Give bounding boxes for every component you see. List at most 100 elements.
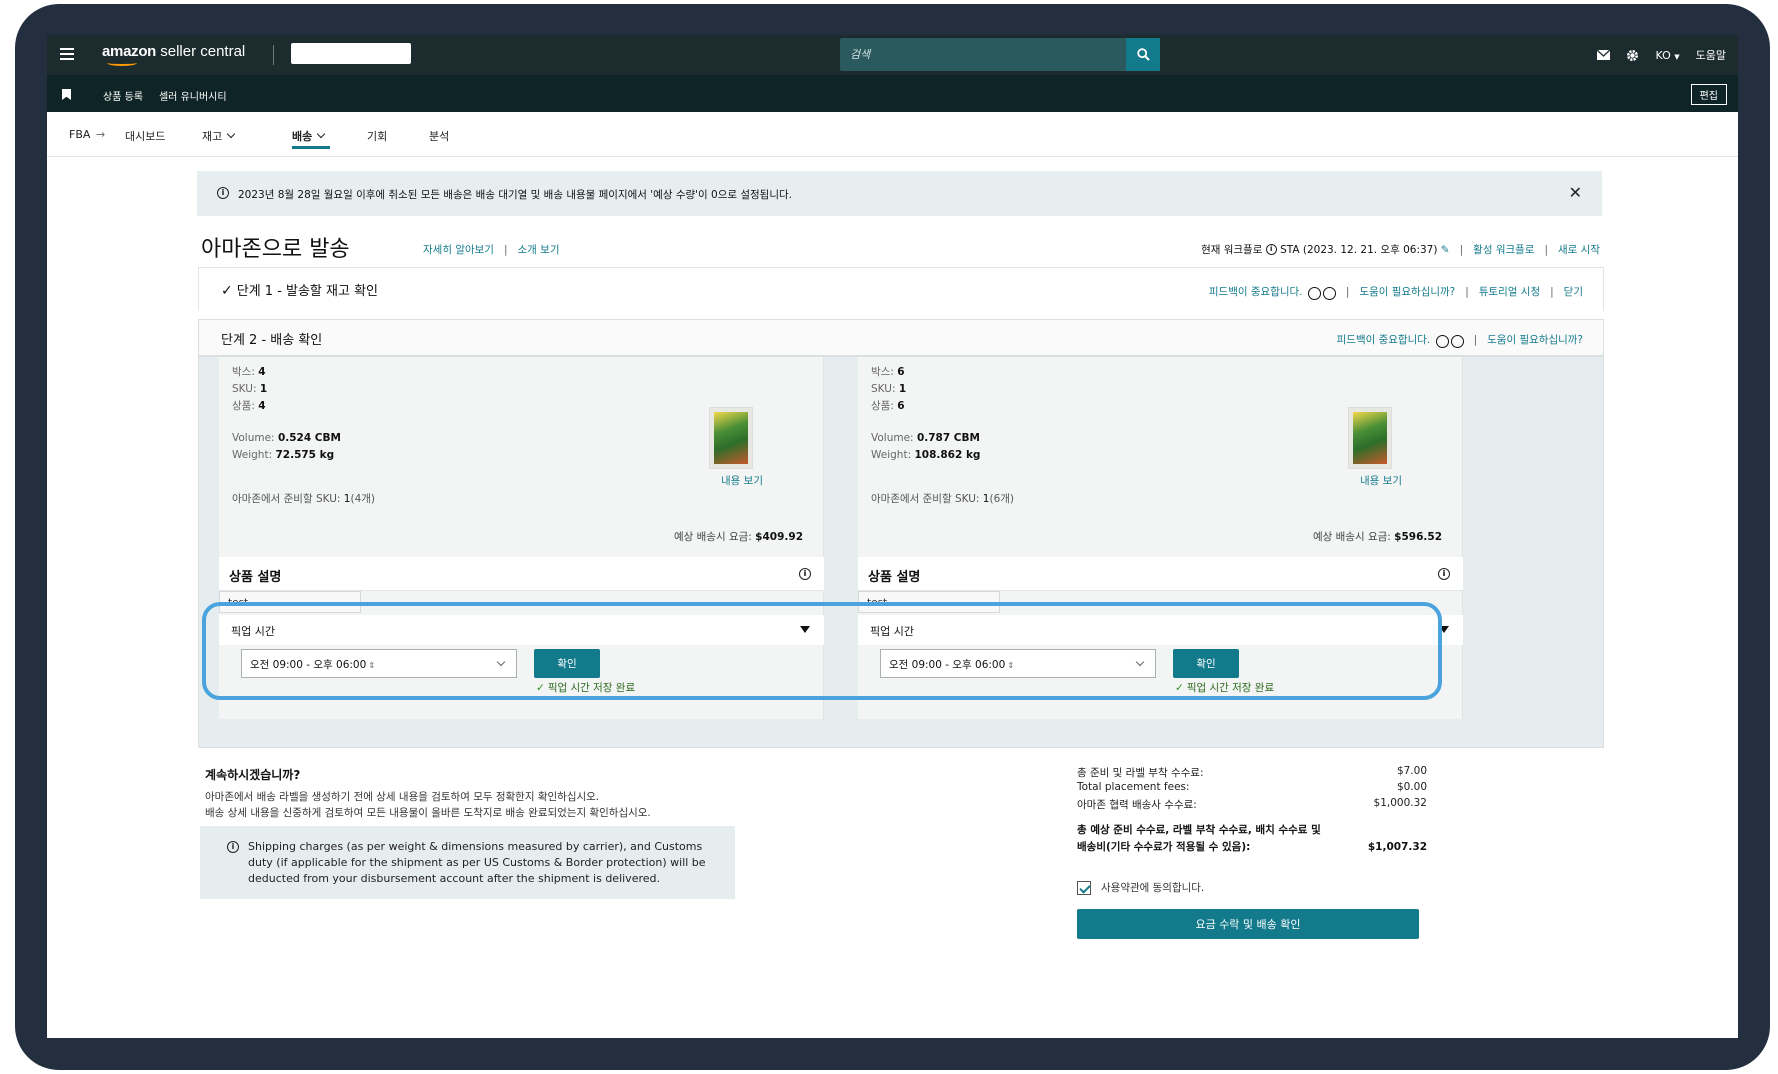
learn-more-link[interactable]: 자세히 알아보기 — [423, 244, 494, 256]
active-workflow-link[interactable]: 활성 워크플로 — [1473, 242, 1534, 257]
product-image — [709, 407, 753, 469]
mail-icon[interactable] — [1597, 50, 1611, 60]
search-button[interactable] — [1126, 38, 1160, 71]
bookmark-icon[interactable] — [62, 89, 71, 100]
fee-line: Total placement fees: $0.00 — [1077, 781, 1427, 797]
estimated-fee: 예상 배송시 요금: $596.52 — [1313, 529, 1442, 544]
view-intro-link[interactable]: 소개 보기 — [518, 244, 560, 256]
language-selector[interactable]: KO ▼ — [1655, 49, 1679, 62]
bookmark-bar: 상품 등록 셀러 유니버시티 편집 — [47, 75, 1738, 112]
feedback-link[interactable]: 피드백이 중요합니다. — [1337, 332, 1431, 347]
chevron-down-icon — [317, 129, 326, 139]
product-count: 4 — [258, 400, 266, 412]
product-label: 상품: — [232, 400, 255, 412]
fee-value: $7.00 — [1396, 765, 1427, 777]
shipment-summary: 박스: 6 SKU: 1 상품: 6 Volume: 0.787 CBM Wei… — [871, 364, 980, 464]
bookmark-links: 상품 등록 셀러 유니버시티 — [103, 88, 227, 103]
close-link[interactable]: 닫기 — [1564, 284, 1583, 299]
restart-link[interactable]: 새로 시작 — [1558, 242, 1600, 257]
info-icon[interactable]: i — [799, 568, 811, 580]
separator: | — [1544, 243, 1549, 256]
tab-opportunities[interactable]: 기회 — [367, 128, 387, 144]
box-count: 6 — [897, 366, 905, 378]
accept-charges-button[interactable]: 요금 수락 및 배송 확인 — [1077, 909, 1419, 939]
product-image-cover — [714, 412, 748, 464]
weight-value: 108.862 kg — [914, 449, 981, 461]
prep-sku-label: 아마존에서 준비할 SKU: — [871, 493, 980, 505]
tab-inventory[interactable]: 재고 — [202, 128, 236, 144]
product-image-cover — [1353, 412, 1387, 464]
search-icon — [1136, 48, 1150, 61]
description-title: 상품 설명 — [229, 570, 282, 585]
smile-face-icon[interactable] — [1435, 335, 1449, 348]
continue-line-2: 배송 상세 내용을 신중하게 검토하여 모든 내용물이 올바른 도착지로 배송 … — [205, 807, 651, 819]
estimated-fee-value: $596.52 — [1394, 531, 1442, 543]
estimated-fee: 예상 배송시 요금: $409.92 — [674, 529, 803, 544]
info-icon: i — [217, 187, 229, 199]
tab-analytics[interactable]: 분석 — [429, 128, 449, 144]
view-contents-link[interactable]: 내용 보기 — [1360, 473, 1402, 488]
frown-face-icon[interactable] — [1450, 335, 1464, 348]
amazon-seller-central-logo[interactable]: amazon seller central — [102, 43, 245, 60]
pencil-icon[interactable]: ✎ — [1441, 244, 1450, 256]
close-icon[interactable]: ✕ — [1569, 183, 1582, 202]
box-count: 4 — [258, 366, 266, 378]
separator: | — [1473, 333, 1478, 346]
bookmark-add-product[interactable]: 상품 등록 — [103, 88, 143, 103]
store-selector[interactable] — [291, 43, 411, 64]
fee-value: $0.00 — [1396, 781, 1427, 793]
tab-dashboard[interactable]: 대시보드 — [125, 128, 165, 144]
alert-text: 2023년 8월 28일 월요일 이후에 취소된 모든 배송은 배송 대기열 및… — [238, 189, 792, 201]
fee-label: 아마존 협력 배송사 수수료: — [1077, 799, 1197, 811]
need-help-link[interactable]: 도움이 필요하십니까? — [1487, 332, 1583, 347]
product-label: 상품: — [871, 400, 894, 412]
total-label-line-1: 총 예상 준비 수수료, 라벨 부착 수수료, 배치 수수료 및 — [1077, 824, 1321, 836]
estimated-fee-value: $409.92 — [755, 531, 803, 543]
info-alert: i 2023년 8월 28일 월요일 이후에 취소된 모든 배송은 배송 대기열… — [197, 171, 1602, 216]
info-icon[interactable]: i — [1438, 568, 1450, 580]
prep-sku-label: 아마존에서 준비할 SKU: — [232, 493, 341, 505]
workflow-label: 현재 워크플로 — [1201, 244, 1263, 256]
device-frame: amazon seller central KO ▼ 도움말 상품 등록 셀러 … — [15, 4, 1770, 1070]
help-link[interactable]: 도움말 — [1696, 47, 1726, 63]
need-help-link[interactable]: 도움이 필요하십니까? — [1359, 284, 1455, 299]
fee-line: 총 준비 및 라벨 부착 수수료: $7.00 — [1077, 765, 1427, 781]
step2-title: 단계 2 - 배송 확인 — [221, 333, 323, 348]
highlight-annotation — [202, 602, 1442, 700]
fee-summary: 총 준비 및 라벨 부착 수수료: $7.00 Total placement f… — [1077, 765, 1427, 813]
logo-amazon-text: amazon — [102, 43, 157, 60]
title-links: 자세히 알아보기 | 소개 보기 — [423, 242, 560, 257]
tutorial-link[interactable]: 튜토리얼 시청 — [1479, 284, 1540, 299]
workflow-value: STA (2023. 12. 21. 오후 06:37) — [1280, 244, 1438, 256]
edit-bookmarks-button[interactable]: 편집 — [1690, 84, 1727, 105]
terms-checkbox[interactable] — [1077, 880, 1091, 895]
separator: | — [1550, 285, 1554, 298]
step1-links: 피드백이 중요합니다. | 도움이 필요하십니까? | 튜토리얼 시청 | 닫기 — [1209, 284, 1583, 300]
check-icon: ✓ — [221, 283, 233, 299]
breadcrumb-fba[interactable]: FBA — [69, 128, 90, 141]
total-estimated-fees: 총 예상 준비 수수료, 라벨 부착 수수료, 배치 수수료 및 배송비(기타 … — [1077, 822, 1427, 856]
frown-face-icon[interactable] — [1322, 287, 1336, 300]
step1-title[interactable]: ✓ 단계 1 - 발송할 재고 확인 — [221, 280, 378, 299]
tab-shipping-label: 배송 — [292, 130, 313, 143]
search-input[interactable] — [840, 38, 1126, 71]
workflow-info: 현재 워크플로 i STA (2023. 12. 21. 오후 06:37) ✎… — [1201, 242, 1600, 257]
sku-count: 1 — [898, 383, 907, 395]
logo-divider — [273, 45, 274, 65]
description-title: 상품 설명 — [868, 570, 921, 585]
bookmark-seller-university[interactable]: 셀러 유니버시티 — [159, 88, 227, 103]
page-title: 아마존으로 발송 — [201, 237, 350, 262]
product-count: 6 — [897, 400, 905, 412]
info-icon: i — [227, 841, 239, 853]
gear-icon[interactable] — [1626, 49, 1639, 62]
hamburger-menu-icon[interactable] — [60, 48, 74, 60]
feedback-link[interactable]: 피드백이 중요합니다. — [1209, 284, 1303, 299]
fba-nav: FBA → 대시보드 재고 배송 기회 분석 — [47, 112, 1738, 157]
tab-shipping[interactable]: 배송 — [292, 128, 326, 144]
language-label: KO — [1655, 48, 1671, 62]
smile-face-icon[interactable] — [1307, 287, 1321, 300]
active-tab-indicator — [292, 146, 330, 149]
sku-label: SKU: — [871, 383, 896, 395]
view-contents-link[interactable]: 내용 보기 — [721, 473, 763, 488]
terms-agreement: 사용약관에 동의합니다. — [1077, 880, 1204, 895]
